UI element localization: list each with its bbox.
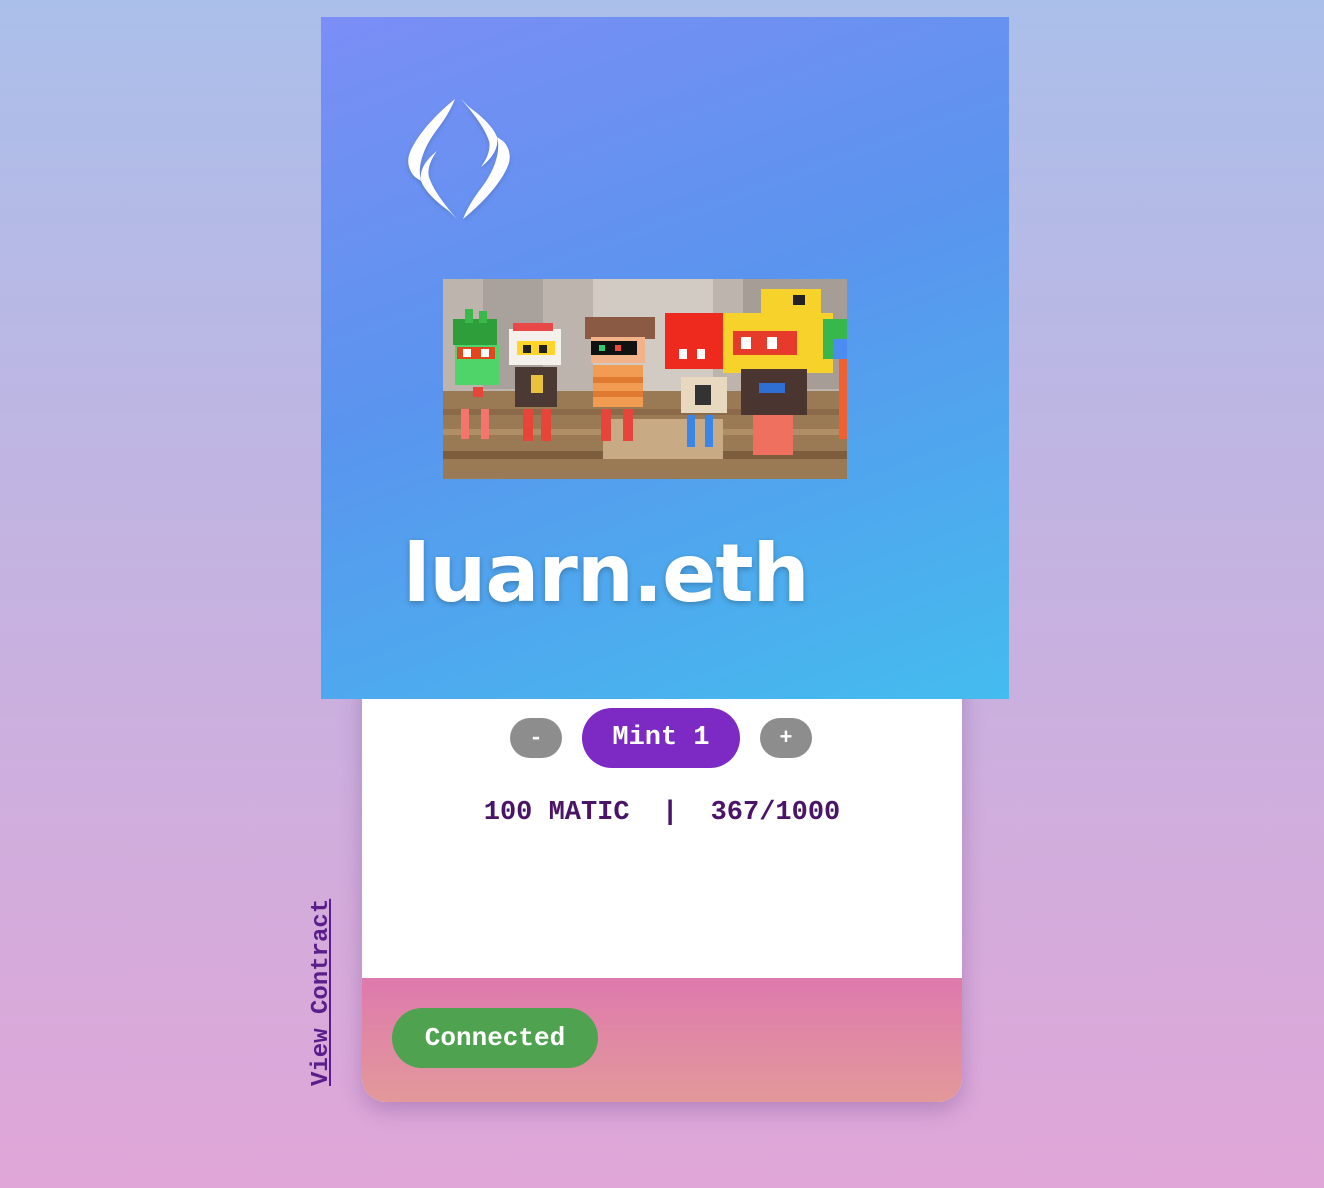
price-label: 100 MATIC xyxy=(483,798,630,828)
supply-label: 367/1000 xyxy=(710,798,841,828)
connected-button[interactable]: Connected xyxy=(392,1008,598,1068)
increment-button[interactable]: + xyxy=(760,718,812,758)
ens-logo-icon xyxy=(408,99,510,219)
decrement-button[interactable]: - xyxy=(510,718,562,758)
nft-image: luarn.eth xyxy=(321,17,1009,699)
view-contract-link[interactable]: View Contract xyxy=(308,899,335,1086)
mint-controls: - Mint 1 + xyxy=(0,708,1324,768)
pixel-art-scene xyxy=(443,279,847,479)
card-footer: Connected xyxy=(362,978,962,1102)
stats-separator: | xyxy=(662,798,679,828)
mint-stats: 100 MATIC | 367/1000 xyxy=(362,798,962,828)
mint-button[interactable]: Mint 1 xyxy=(582,708,740,768)
ens-name-label: luarn.eth xyxy=(403,527,810,620)
